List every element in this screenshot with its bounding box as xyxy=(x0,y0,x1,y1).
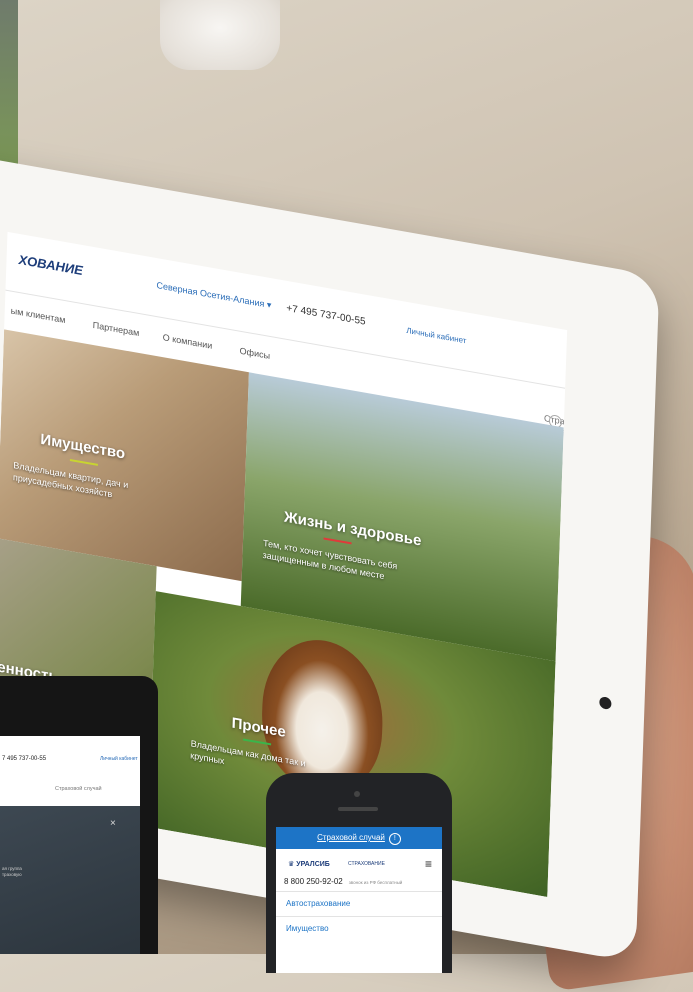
site-logo[interactable]: ХОВАНИЕ xyxy=(18,252,83,278)
menu-item-auto[interactable]: Автострахование xyxy=(276,891,442,916)
hamburger-menu-icon[interactable]: ≡ xyxy=(425,857,432,871)
laptop-header-phone: 7 495 737-00-55 xyxy=(2,756,47,762)
laptop-claim-link[interactable]: Страховой случай xyxy=(55,786,102,792)
laptop-screen: 7 495 737-00-55 Личный кабинет Страховой… xyxy=(0,736,140,954)
close-icon[interactable]: × xyxy=(110,818,116,829)
phone-claim-bar[interactable]: Страховой случай! xyxy=(276,827,442,849)
hotline-note: звонок из РФ бесплатный xyxy=(348,880,403,885)
laptop-device: 7 495 737-00-55 Личный кабинет Страховой… xyxy=(0,676,158,954)
background-cup xyxy=(160,0,280,70)
tile-property[interactable]: Имущество Владельцам квартир, дач и приу… xyxy=(0,329,249,582)
nav-item-clients[interactable]: ым клиентам xyxy=(11,306,66,326)
region-selector[interactable]: Северная Осетия-Алания ▾ xyxy=(156,280,271,311)
tile-property-underline xyxy=(69,458,98,466)
laptop-panel-text: ая группа траховую xyxy=(2,866,22,878)
phone-camera xyxy=(354,791,360,797)
nav-item-partners[interactable]: Партнерам xyxy=(93,320,140,338)
laptop-dark-panel: × ая группа траховую xyxy=(0,806,140,954)
tile-property-desc: Владельцам квартир, дач и приусадебных х… xyxy=(12,460,129,500)
phone-header: ♛ УРАЛСИБ СТРАХОВАНИЕ ≡ xyxy=(276,849,442,877)
tile-life-underline xyxy=(323,537,352,545)
phone-logo-subtitle: СТРАХОВАНИЕ xyxy=(348,861,385,867)
eagle-icon: ♛ xyxy=(288,861,297,868)
hotline-number[interactable]: 8 800 250-92-02 xyxy=(284,877,343,886)
menu-item-property[interactable]: Имущество xyxy=(276,916,442,941)
header-phone: +7 495 737-00-55 xyxy=(286,302,366,328)
personal-cabinet-link[interactable]: Личный кабинет xyxy=(406,326,466,346)
tablet-home-button xyxy=(599,695,612,711)
phone-screen: Страховой случай! ♛ УРАЛСИБ СТРАХОВАНИЕ … xyxy=(276,827,442,973)
nav-item-about[interactable]: О компании xyxy=(163,332,213,351)
tile-property-title: Имущество xyxy=(40,430,126,463)
phone-logo[interactable]: ♛ УРАЛСИБ xyxy=(288,860,330,868)
info-icon: ! xyxy=(388,833,401,845)
phone-logo-text: УРАЛСИБ xyxy=(296,861,330,868)
laptop-panel-text-line: траховую xyxy=(2,872,22,877)
phone-speaker xyxy=(338,807,378,811)
nav-item-offices[interactable]: Офисы xyxy=(239,346,270,361)
laptop-cabinet-link[interactable]: Личный кабинет xyxy=(100,756,138,762)
phone-claim-label: Страховой случай xyxy=(317,833,385,842)
phone-device: Страховой случай! ♛ УРАЛСИБ СТРАХОВАНИЕ … xyxy=(266,773,452,973)
phone-hotline: 8 800 250-92-02 звонок из РФ бесплатный xyxy=(276,877,442,891)
